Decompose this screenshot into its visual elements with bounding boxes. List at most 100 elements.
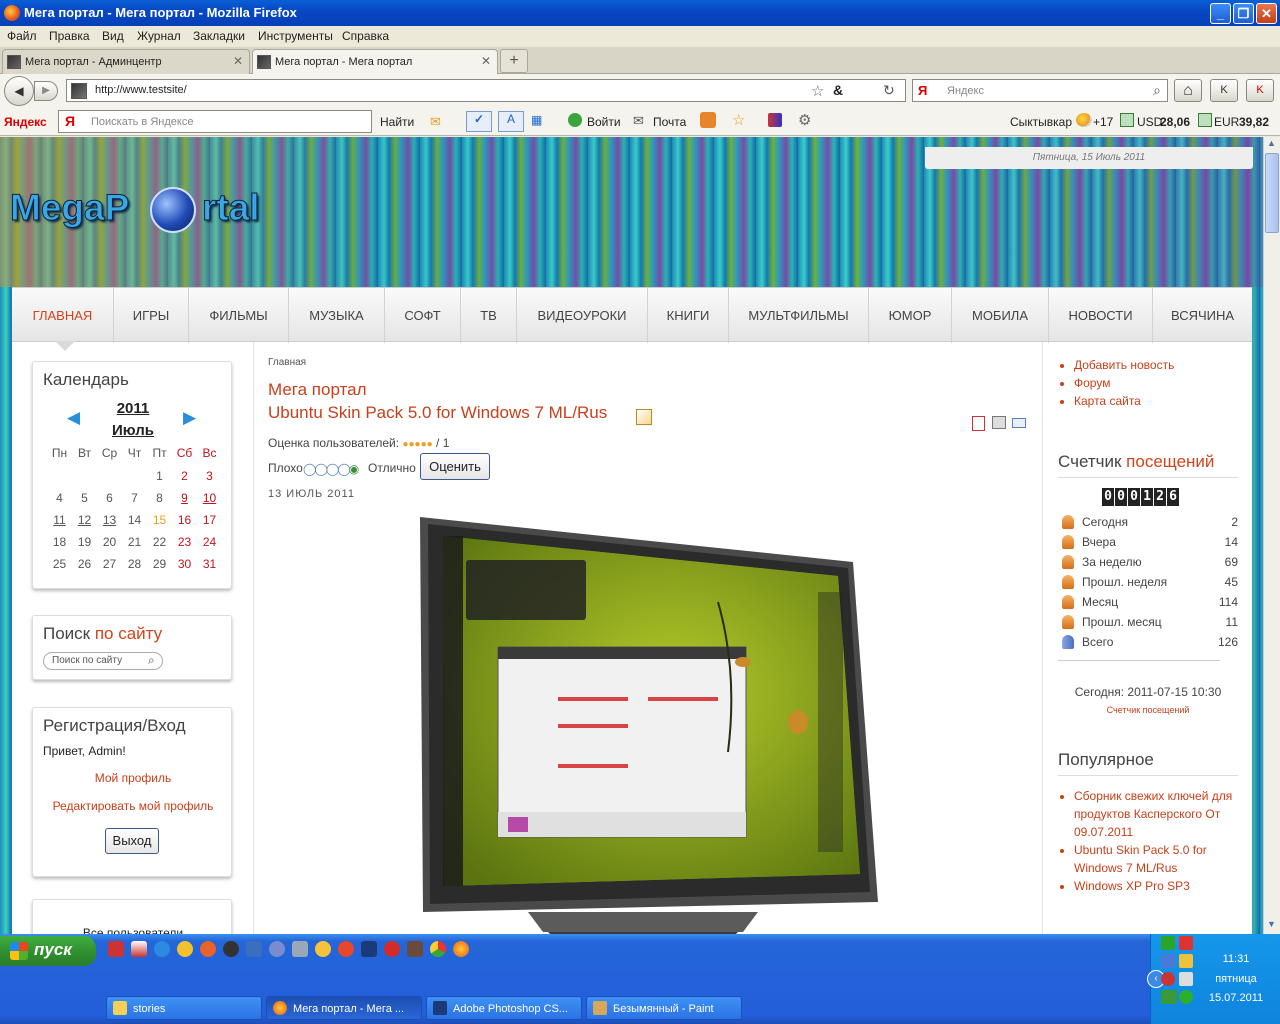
calendar-day[interactable]: 3 — [197, 469, 222, 483]
yandex-mail[interactable]: Почта — [653, 115, 686, 129]
flash-icon[interactable] — [338, 941, 354, 957]
url-bar[interactable]: http://www.testsite/ ☆ & ↻ — [66, 79, 906, 102]
calendar-year[interactable]: 2011 — [111, 400, 155, 417]
opera-icon[interactable] — [384, 941, 400, 957]
menu-bookmarks[interactable]: Закладки — [193, 29, 245, 43]
yandex-engine-icon[interactable]: Я — [918, 83, 927, 98]
new-tab-button[interactable]: + — [500, 49, 528, 73]
scroll-up-icon[interactable]: ▲ — [1267, 138, 1276, 148]
tab-megaportal[interactable]: Мега портал - Мега портал ✕ — [252, 49, 498, 75]
edit-icon[interactable] — [636, 409, 652, 425]
counter-link[interactable]: Счетчик посещений — [1044, 705, 1252, 715]
calendar-day[interactable]: 11 — [47, 513, 72, 527]
nav-music[interactable]: МУЗЫКА — [289, 288, 385, 343]
speech-bubble-icon[interactable]: ✉ — [430, 114, 441, 130]
menu-file[interactable]: Файл — [7, 29, 37, 43]
ie-icon[interactable] — [154, 941, 170, 957]
forward-button[interactable]: ▶ — [34, 81, 58, 101]
calendar-day[interactable]: 6 — [97, 491, 122, 505]
popular-item[interactable]: Ubuntu Skin Pack 5.0 for Windows 7 ML/Ru… — [1074, 841, 1244, 877]
tab-close-icon[interactable]: ✕ — [233, 54, 243, 68]
antivirus-icon[interactable] — [1161, 972, 1175, 986]
volume-icon[interactable] — [1179, 972, 1193, 986]
chrome-icon[interactable] — [430, 941, 446, 957]
nav-cartoons[interactable]: МУЛЬТФИЛЬМЫ — [729, 288, 869, 343]
calendar-day[interactable]: 9 — [172, 491, 197, 505]
popular-item[interactable]: Сборник свежих ключей для продуктов Касп… — [1074, 787, 1244, 841]
forum-link[interactable]: Форум — [1074, 374, 1244, 392]
addon-k-red-button[interactable]: K — [1246, 79, 1274, 102]
nav-home[interactable]: ГЛАВНАЯ — [12, 288, 114, 343]
photoshop-icon[interactable] — [361, 941, 377, 957]
rating-radio-3[interactable]: ◯ — [326, 462, 340, 476]
nav-mobile[interactable]: МОБИЛА — [952, 288, 1049, 343]
nav-misc[interactable]: ВСЯЧИНА — [1153, 288, 1252, 343]
pdf-icon[interactable] — [972, 416, 985, 431]
firefox-icon[interactable] — [453, 941, 469, 957]
calendar-day[interactable]: 25 — [47, 557, 72, 571]
calendar-day[interactable]: 29 — [147, 557, 172, 571]
print-icon[interactable] — [992, 416, 1006, 429]
x-app-icon[interactable] — [223, 941, 239, 957]
calendar-day[interactable]: 12 — [72, 513, 97, 527]
yandex-find-button[interactable]: Найти — [380, 115, 414, 129]
edit-profile-link[interactable]: Редактировать мой профиль — [33, 799, 233, 813]
calendar-day[interactable]: 15 — [147, 513, 172, 527]
scroll-thumb[interactable] — [1265, 153, 1279, 233]
task-photoshop[interactable]: Adobe Photoshop CS... — [426, 996, 582, 1020]
calendar-day[interactable]: 24 — [197, 535, 222, 549]
hardware-icon[interactable] — [1161, 990, 1177, 1004]
calendar-prev-icon[interactable]: ◀ — [67, 408, 80, 428]
weather-city[interactable]: Сыктывкар — [1010, 115, 1072, 129]
article-category[interactable]: Мега портал — [268, 380, 367, 400]
rating-radios[interactable]: ◯◯◯◯◉ — [303, 462, 359, 476]
menu-view[interactable]: Вид — [102, 29, 124, 43]
search-icon[interactable]: ⌕ — [1153, 82, 1161, 99]
nav-tv[interactable]: ТВ — [461, 288, 517, 343]
aimp-icon[interactable] — [315, 941, 331, 957]
media-icon[interactable] — [177, 941, 193, 957]
nav-news[interactable]: НОВОСТИ — [1049, 288, 1153, 343]
menu-tools[interactable]: Инструменты — [258, 29, 333, 43]
sitemap-link[interactable]: Карта сайта — [1074, 392, 1244, 410]
calendar-day[interactable]: 22 — [147, 535, 172, 549]
calendar-day[interactable]: 19 — [72, 535, 97, 549]
close-button[interactable]: ✕ — [1256, 3, 1277, 24]
rating-radio-1[interactable]: ◯ — [303, 462, 317, 476]
nav-humor[interactable]: ЮМОР — [869, 288, 952, 343]
yandex-brand[interactable]: Яндекс — [4, 115, 47, 129]
addon-k-button[interactable]: K — [1210, 79, 1238, 102]
my-profile-link[interactable]: Мой профиль — [33, 771, 233, 785]
home-button[interactable]: ⌂ — [1174, 79, 1202, 102]
calendar-day[interactable]: 31 — [197, 557, 222, 571]
nav-movies[interactable]: ФИЛЬМЫ — [189, 288, 289, 343]
calendar-month[interactable]: Июль — [105, 422, 161, 439]
rating-radio-2[interactable]: ◯ — [314, 462, 328, 476]
article-title[interactable]: Ubuntu Skin Pack 5.0 for Windows 7 ML/Ru… — [268, 403, 607, 423]
bookmark-star-icon[interactable]: ☆ — [811, 82, 824, 100]
calendar-day[interactable]: 4 — [47, 491, 72, 505]
calendar-day[interactable]: 27 — [97, 557, 122, 571]
calendar-day[interactable]: 17 — [197, 513, 222, 527]
bookmarks-icon[interactable]: ▦ — [531, 113, 542, 127]
app-icon[interactable] — [407, 941, 423, 957]
calendar-day[interactable]: 1 — [147, 469, 172, 483]
calendar-day[interactable]: 7 — [122, 491, 147, 505]
torrent-icon[interactable] — [1161, 936, 1175, 950]
calendar-day[interactable]: 10 — [197, 491, 222, 505]
start-button[interactable]: пуск — [0, 936, 96, 966]
calendar-day[interactable]: 28 — [122, 557, 147, 571]
calendar-day[interactable]: 5 — [72, 491, 97, 505]
reload-icon[interactable]: ↻ — [883, 82, 895, 99]
yandex-login[interactable]: Войти — [587, 115, 621, 129]
calendar-day[interactable]: 21 — [122, 535, 147, 549]
task-paint[interactable]: Безымянный - Paint — [586, 996, 742, 1020]
globe-app-icon[interactable] — [269, 941, 285, 957]
scroll-down-icon[interactable]: ▼ — [1267, 919, 1276, 929]
breadcrumb[interactable]: Главная — [268, 357, 306, 368]
tab-close-icon[interactable]: ✕ — [481, 54, 491, 68]
task-firefox[interactable]: Мега портал - Мега ... — [266, 996, 422, 1020]
nav-games[interactable]: ИГРЫ — [114, 288, 189, 343]
network-icon[interactable] — [1161, 954, 1175, 968]
popular-item[interactable]: Windows XP Pro SP3 — [1074, 877, 1244, 895]
